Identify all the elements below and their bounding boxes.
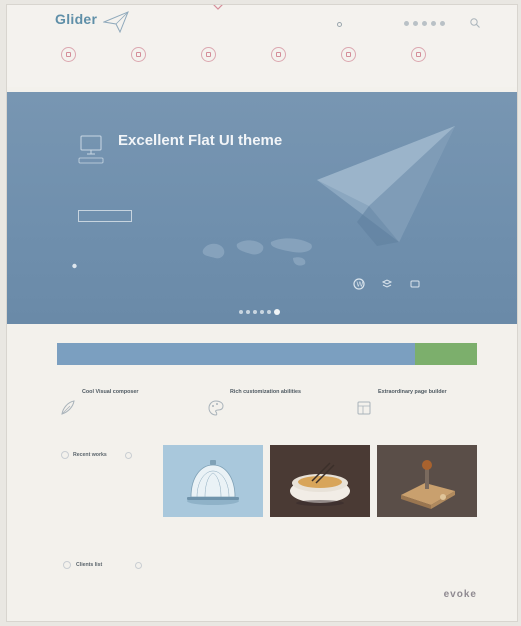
paint-palette-icon <box>208 400 224 416</box>
nav-item-shortcodes[interactable] <box>271 47 337 62</box>
logo[interactable]: Glider <box>55 11 97 28</box>
nav-item-pages[interactable] <box>131 47 197 62</box>
slider-dot[interactable] <box>239 310 243 314</box>
feature-item: Cool Visual composer <box>59 389 193 417</box>
hero-slider: Excellent Flat UI theme W <box>7 92 517 324</box>
portfolio-icon <box>201 47 216 62</box>
page-frame: Glider Excellent Flat UI theme W Cool Vi… <box>6 4 518 622</box>
cloche-image[interactable] <box>163 445 263 517</box>
carousel-next-icon[interactable] <box>135 561 143 569</box>
device-icon[interactable] <box>409 278 421 290</box>
layers-icon[interactable] <box>381 278 393 290</box>
hero-platform-icons: W <box>353 278 421 290</box>
hero-title: Excellent Flat UI theme <box>118 132 283 149</box>
feature-title: Cool Visual composer <box>82 389 139 395</box>
hero-note <box>71 263 81 270</box>
section-bullet-icon <box>63 561 71 569</box>
carousel-next-icon[interactable] <box>124 451 132 459</box>
pinterest-icon[interactable] <box>431 21 436 26</box>
work-card[interactable] <box>270 445 370 521</box>
layout-builder-icon <box>357 401 371 415</box>
feature-title: Rich customization abilities <box>230 389 301 395</box>
nav-item-blog[interactable] <box>341 47 407 62</box>
section-bullet-icon <box>61 451 69 459</box>
google-plus-icon[interactable] <box>422 21 427 26</box>
shortcodes-icon <box>271 47 286 62</box>
work-card[interactable] <box>377 445 477 521</box>
facebook-icon[interactable] <box>404 21 409 26</box>
slider-dot[interactable] <box>260 310 264 314</box>
site-header: Glider <box>7 5 517 87</box>
paper-plane-illustration <box>317 126 455 246</box>
search-input[interactable] <box>345 20 387 28</box>
svg-text:W: W <box>356 281 363 289</box>
chevron-down-icon[interactable] <box>211 4 225 10</box>
rss-icon[interactable] <box>440 21 445 26</box>
search-field[interactable] <box>337 19 389 29</box>
hero-cta-button[interactable] <box>78 210 132 222</box>
noodle-bowl-image[interactable] <box>270 445 370 517</box>
joystick-image[interactable] <box>377 445 477 517</box>
world-map-illustration <box>202 238 312 266</box>
work-card[interactable] <box>163 445 263 521</box>
client-logo[interactable]: evoke <box>444 589 477 600</box>
slider-dot[interactable] <box>253 310 257 314</box>
feather-icon <box>61 400 75 415</box>
location-pin-icon <box>72 263 77 269</box>
nav-item-contacts[interactable] <box>411 47 477 62</box>
recent-works-header: Recent works <box>61 451 132 459</box>
feature-item: Rich customization abilities <box>207 389 341 417</box>
contacts-icon <box>411 47 426 62</box>
features-row: Cool Visual composer Rich customization … <box>59 389 489 417</box>
pages-icon <box>131 47 146 62</box>
twitter-icon[interactable] <box>413 21 418 26</box>
social-links <box>404 21 445 26</box>
works-grid <box>163 445 477 521</box>
monitor-icon <box>78 135 104 164</box>
clients-logos: evoke <box>77 589 477 600</box>
logo-title: Glider <box>55 11 98 27</box>
banner-buy-button[interactable] <box>415 343 477 365</box>
main-nav <box>61 47 477 62</box>
slider-dots <box>239 309 280 315</box>
nav-item-portfolio[interactable] <box>201 47 267 62</box>
blog-icon <box>341 47 356 62</box>
home-icon <box>61 47 76 62</box>
wordpress-icon[interactable]: W <box>353 278 365 290</box>
promo-banner <box>57 343 477 365</box>
slider-dot[interactable] <box>246 310 250 314</box>
slider-dot[interactable] <box>274 309 280 315</box>
feature-title: Extraordinary page builder <box>378 389 447 395</box>
paper-plane-icon <box>103 11 129 33</box>
recent-works-title: Recent works <box>73 452 107 458</box>
clients-title: Clients list <box>76 562 103 568</box>
feature-item: Extraordinary page builder <box>355 389 489 417</box>
search-button-icon[interactable] <box>469 17 481 29</box>
slider-dot[interactable] <box>267 310 271 314</box>
search-icon <box>337 21 342 27</box>
nav-item-home[interactable] <box>61 47 127 62</box>
clients-header: Clients list <box>63 561 143 569</box>
